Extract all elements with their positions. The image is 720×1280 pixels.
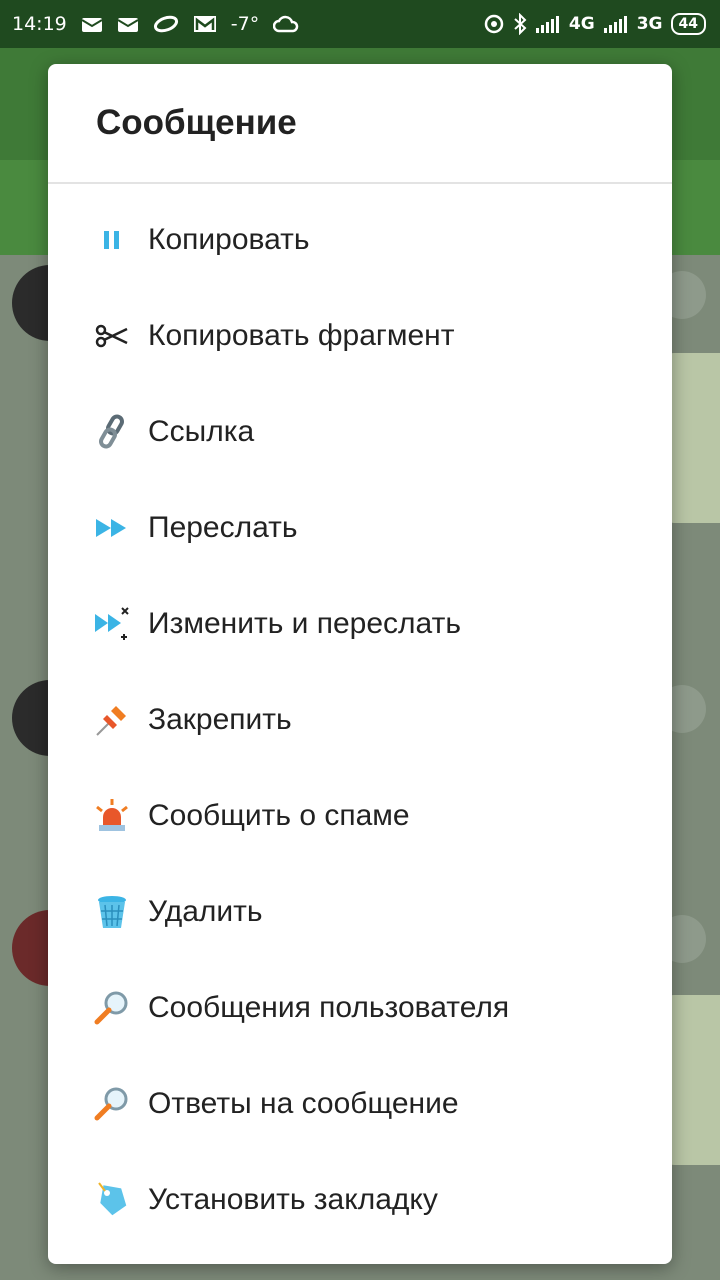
menu-item-bookmark[interactable]: Установить закладку <box>48 1152 672 1248</box>
menu-item-label: Ответы на сообщение <box>148 1087 459 1120</box>
menu-item-label: Удалить <box>148 895 263 928</box>
scissors-icon <box>92 316 132 356</box>
menu-item-label: Сообщения пользователя <box>148 991 510 1024</box>
menu-item-pin[interactable]: Закрепить <box>48 672 672 768</box>
bookmark-tag-icon <box>92 1180 132 1220</box>
menu-item-label: Копировать <box>148 223 310 256</box>
network-type-1: 4G <box>568 14 595 34</box>
menu-item-copy[interactable]: Копировать <box>48 192 672 288</box>
trash-icon <box>92 892 132 932</box>
dialog-title: Сообщение <box>48 64 672 184</box>
pin-icon <box>92 700 132 740</box>
edit-forward-icon <box>92 604 132 644</box>
hotspot-icon <box>483 13 505 35</box>
menu-item-label: Сообщить о спаме <box>148 799 410 832</box>
clock: 14:19 <box>12 13 67 35</box>
status-bar: 14:19 -7° 4G 3G 44 <box>0 0 720 48</box>
cloud-icon <box>273 15 299 33</box>
forward-icon <box>92 508 132 548</box>
menu-item-user-messages[interactable]: Сообщения пользователя <box>48 960 672 1056</box>
signal-icon <box>535 14 561 34</box>
menu-item-label: Установить закладку <box>148 1183 438 1216</box>
menu-item-label: Закрепить <box>148 703 292 736</box>
menu-item-report-spam[interactable]: Сообщить о спаме <box>48 768 672 864</box>
copy-icon <box>92 220 132 260</box>
temperature: -7° <box>230 13 260 35</box>
gmail-icon <box>193 14 217 34</box>
menu-item-label: Копировать фрагмент <box>148 319 455 352</box>
network-type-2: 3G <box>636 14 663 34</box>
menu-item-link[interactable]: Ссылка <box>48 384 672 480</box>
search-icon <box>92 1084 132 1124</box>
app-notification-icon <box>153 14 179 34</box>
signal-icon <box>603 14 629 34</box>
menu-item-replies[interactable]: Ответы на сообщение <box>48 1056 672 1152</box>
siren-icon <box>92 796 132 836</box>
menu-item-label: Ссылка <box>148 415 255 448</box>
menu-item-forward[interactable]: Переслать <box>48 480 672 576</box>
search-icon <box>92 988 132 1028</box>
bluetooth-icon <box>513 13 527 35</box>
battery-indicator: 44 <box>670 13 706 35</box>
menu-item-label: Изменить и переслать <box>148 607 461 640</box>
menu-item-label: Переслать <box>148 511 298 544</box>
menu-item-edit-forward[interactable]: Изменить и переслать <box>48 576 672 672</box>
link-icon <box>92 412 132 452</box>
message-context-dialog: Сообщение Копировать Копировать фрагмент… <box>48 64 672 1264</box>
mail-icon <box>117 14 139 34</box>
mail-icon <box>81 14 103 34</box>
menu-item-copy-fragment[interactable]: Копировать фрагмент <box>48 288 672 384</box>
menu-item-delete[interactable]: Удалить <box>48 864 672 960</box>
